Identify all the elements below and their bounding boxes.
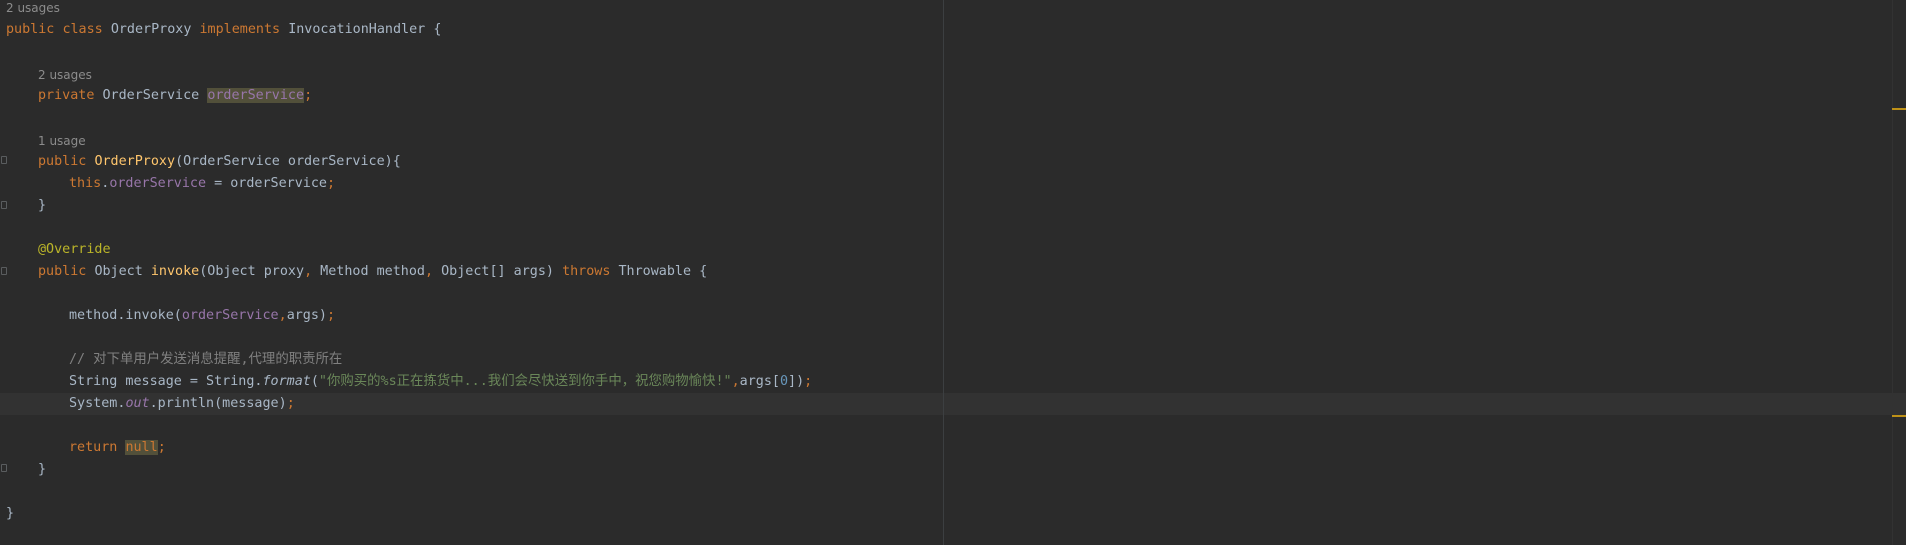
token-brace: } <box>38 462 47 477</box>
error-stripe-scrollbar[interactable] <box>1892 0 1906 545</box>
token-type: OrderService <box>102 88 200 103</box>
code-line-class-close[interactable]: } <box>6 503 14 525</box>
token-comma: , <box>278 308 287 323</box>
token-type: Object <box>94 264 143 279</box>
token-text: ]) <box>788 374 805 389</box>
token-text: args[ <box>739 374 780 389</box>
token-text: Throwable { <box>610 264 708 279</box>
token-param: Method method <box>312 264 425 279</box>
token-text: method.invoke( <box>69 308 182 323</box>
fold-marker-constructor[interactable] <box>1 156 7 164</box>
fold-marker-invoke[interactable] <box>1 267 7 275</box>
class-usages-hint[interactable]: 2 usages <box>6 0 60 16</box>
token-static-field: out <box>125 396 150 411</box>
code-line-close-brace[interactable]: } <box>38 195 46 217</box>
code-line-field-decl[interactable]: private OrderService orderService; <box>38 85 312 107</box>
token-keyword: public <box>38 264 87 279</box>
code-line-annotation[interactable]: @Override <box>38 239 111 261</box>
code-line-method-invoke[interactable]: method.invoke(orderService,args); <box>69 305 335 327</box>
code-line-class-decl[interactable]: public class OrderProxy implements Invoc… <box>6 19 441 41</box>
fold-marker-constructor-end[interactable] <box>1 201 7 209</box>
token-number: 0 <box>779 374 789 389</box>
code-line-println[interactable]: System.out.println(message); <box>69 393 295 415</box>
token-comma: , <box>304 264 313 279</box>
token-keyword: public <box>38 154 87 169</box>
token-paren: ( <box>310 374 319 389</box>
token-semicolon: ; <box>327 308 336 323</box>
token-class-name: OrderProxy <box>110 22 192 37</box>
token-keyword: private <box>38 88 95 103</box>
token-brace: } <box>6 506 15 521</box>
warning-stripe-marker[interactable] <box>1892 415 1906 417</box>
code-line-invoke-decl[interactable]: public Object invoke(Object proxy, Metho… <box>38 261 707 283</box>
token-params: (OrderService orderService){ <box>175 154 401 169</box>
code-line-constructor[interactable]: public OrderProxy(OrderService orderServ… <box>38 151 401 173</box>
code-line-assign[interactable]: this.orderService = orderService; <box>69 173 335 195</box>
code-line-method-close[interactable]: } <box>38 459 46 481</box>
token-param: Object[] args) <box>433 264 563 279</box>
token-comma: , <box>731 374 740 389</box>
token-keyword: this <box>69 176 102 191</box>
token-field: orderService <box>109 176 207 191</box>
token-semicolon: ; <box>327 176 336 191</box>
token-keyword: return <box>69 440 118 455</box>
token-brace: { <box>433 22 442 37</box>
token-keyword: public <box>6 22 55 37</box>
token-text: System. <box>69 396 126 411</box>
token-keyword: throws <box>562 264 611 279</box>
token-text: String message = String. <box>69 374 263 389</box>
code-editor[interactable]: 2 usages 2 usages 1 usage public class O… <box>0 0 1906 545</box>
field-usages-hint[interactable]: 2 usages <box>38 67 92 83</box>
token-interface: InvocationHandler <box>288 22 426 37</box>
code-line-return[interactable]: return null; <box>69 437 166 459</box>
token-static-method: format <box>262 374 311 389</box>
token-text: args) <box>286 308 327 323</box>
token-keyword: class <box>62 22 103 37</box>
token-null-highlighted: null <box>125 440 158 455</box>
token-string: "你购买的%s正在拣货中...我们会尽快送到你手中，祝您购物愉快!" <box>318 374 732 389</box>
token-keyword: implements <box>199 22 281 37</box>
token-annotation: @Override <box>38 242 111 257</box>
token-text: .println(message) <box>149 396 287 411</box>
token-param: (Object proxy <box>199 264 305 279</box>
token-comment: // 对下单用户发送消息提醒,代理的职责所在 <box>69 352 343 367</box>
token-comma: , <box>425 264 434 279</box>
code-line-format[interactable]: String message = String.format("你购买的%s正在… <box>69 371 812 393</box>
warning-stripe-marker[interactable] <box>1892 108 1906 110</box>
code-line-comment[interactable]: // 对下单用户发送消息提醒,代理的职责所在 <box>69 349 342 371</box>
token-semicolon: ; <box>304 88 313 103</box>
token-brace: } <box>38 198 47 213</box>
token-semicolon: ; <box>157 440 166 455</box>
fold-marker-invoke-end[interactable] <box>1 464 7 472</box>
right-margin-guide <box>943 0 944 545</box>
token-semicolon: ; <box>286 396 295 411</box>
token-text: = orderService <box>206 176 327 191</box>
token-field: orderService <box>181 308 279 323</box>
token-semicolon: ; <box>804 374 813 389</box>
token-field-highlighted: orderService <box>207 88 305 103</box>
token-method-decl: OrderProxy <box>94 154 176 169</box>
token-method-decl: invoke <box>150 264 200 279</box>
constructor-usages-hint[interactable]: 1 usage <box>38 133 86 149</box>
